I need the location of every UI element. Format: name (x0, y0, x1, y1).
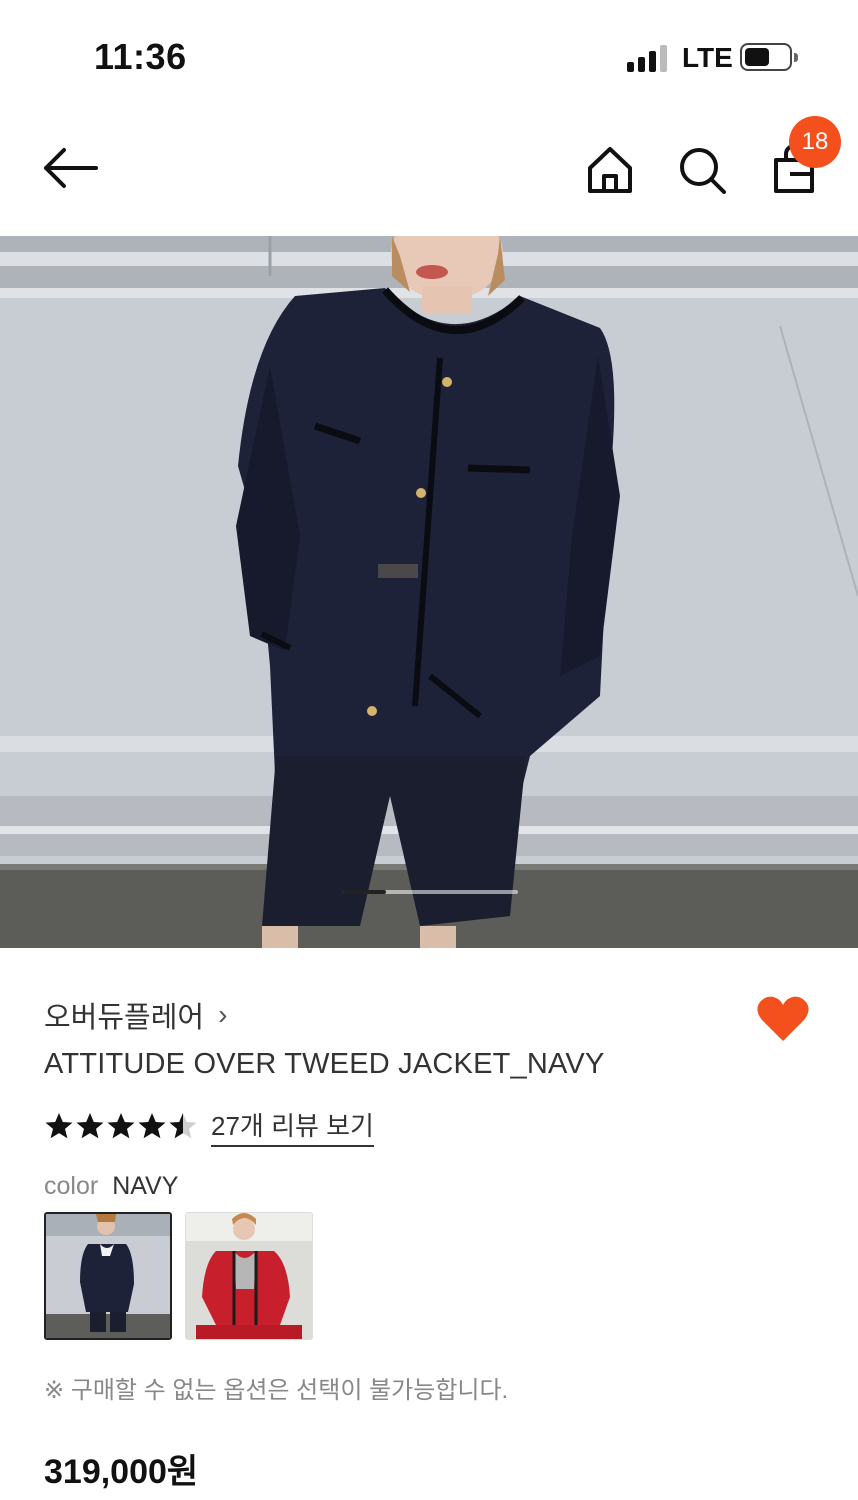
color-option-navy[interactable] (44, 1212, 172, 1340)
carousel-progress (342, 890, 518, 894)
swatch-navy-image (46, 1214, 170, 1338)
brand-link[interactable]: 오버듀플레어 › (44, 994, 227, 1036)
app-header (0, 110, 858, 236)
home-button[interactable] (584, 144, 636, 196)
search-button[interactable] (676, 144, 728, 196)
cart-count-badge: 18 (789, 116, 841, 168)
star-icon (138, 1113, 166, 1139)
color-option-red[interactable] (185, 1212, 313, 1340)
back-button[interactable] (42, 146, 100, 190)
status-bar: 11:36 LTE (0, 0, 858, 110)
brand-name: 오버듀플레어 (44, 1002, 205, 1034)
rating-row: 27개 리뷰 보기 (44, 1106, 374, 1147)
product-price: 319,000원 (44, 1453, 199, 1491)
color-label: color (44, 1172, 99, 1200)
product-image-carousel[interactable] (0, 236, 858, 948)
arrow-left-icon (44, 148, 98, 188)
option-notice: ※ 구매할 수 없는 옵션은 선택이 불가능합니다. (44, 1377, 509, 1404)
review-link[interactable]: 27개 리뷰 보기 (211, 1106, 374, 1147)
star-icon (76, 1113, 104, 1139)
color-value: NAVY (112, 1172, 179, 1200)
star-icon (45, 1113, 73, 1139)
star-icon (107, 1113, 135, 1139)
star-rating (44, 1111, 199, 1141)
carousel-progress-thumb (342, 890, 386, 894)
network-label: LTE (682, 42, 733, 73)
search-icon (680, 148, 726, 194)
product-photo (0, 236, 858, 948)
signal-icon (627, 44, 671, 72)
status-time: 11:36 (94, 36, 187, 77)
product-name: ATTITUDE OVER TWEED JACKET_NAVY (44, 1048, 605, 1080)
home-icon (588, 147, 632, 193)
star-half-icon (169, 1113, 197, 1139)
chevron-right-icon: › (218, 999, 228, 1030)
color-row: color NAVY (44, 1172, 178, 1201)
swatch-red-image (186, 1213, 312, 1339)
battery-icon (740, 43, 798, 71)
heart-icon (757, 996, 809, 1041)
wishlist-button[interactable] (756, 994, 810, 1044)
